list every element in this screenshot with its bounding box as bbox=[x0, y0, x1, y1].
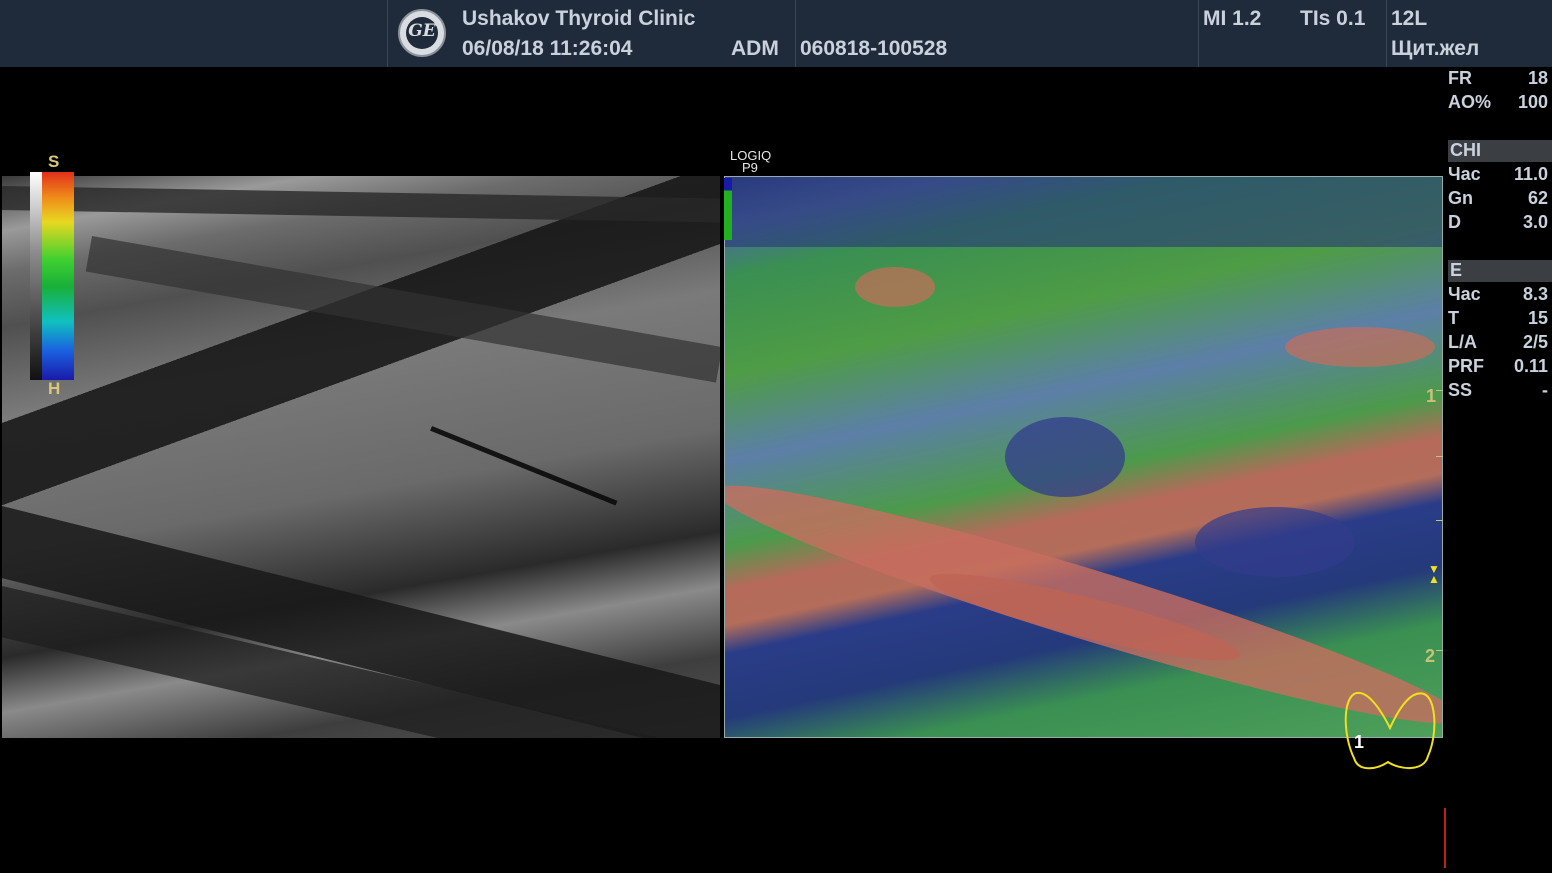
svg-text:1: 1 bbox=[1354, 732, 1364, 752]
mechanical-index: MI 1.2 bbox=[1203, 7, 1262, 30]
elasto-param-t: T 15 bbox=[1448, 308, 1548, 328]
elasto-param-prf: PRF 0.11 bbox=[1448, 356, 1548, 376]
depth-mark-2: 2 bbox=[1425, 646, 1436, 666]
clinic-name: Ushakov Thyroid Clinic bbox=[462, 7, 696, 30]
param-ao: AO% 100 bbox=[1448, 92, 1548, 112]
colorbar-hard-label: H bbox=[48, 379, 61, 398]
focus-marker-icon[interactable]: ▼ ▲ bbox=[1424, 563, 1444, 586]
bmode-image[interactable] bbox=[2, 176, 720, 738]
header-bar: GE Ushakov Thyroid Clinic 06/08/18 11:26… bbox=[0, 0, 1552, 67]
depth-tick bbox=[1436, 456, 1443, 457]
cine-position-indicator bbox=[1444, 808, 1446, 868]
elasto-param-la: L/A 2/5 bbox=[1448, 332, 1548, 352]
elasto-section-title: E bbox=[1448, 260, 1552, 282]
elasto-param-freq: Час 8.3 bbox=[1448, 284, 1548, 304]
chi-param-gain: Gn 62 bbox=[1448, 188, 1548, 208]
exam-datetime: 06/08/18 11:26:04 bbox=[462, 37, 633, 60]
elasticity-colorbar bbox=[30, 172, 74, 380]
device-label: LOGIQ P9 bbox=[730, 148, 772, 175]
chi-param-freq: Час 11.0 bbox=[1448, 164, 1548, 184]
depth-tick bbox=[1436, 390, 1443, 391]
probe-name: 12L bbox=[1391, 7, 1428, 30]
thermal-index: TIs 0.1 bbox=[1300, 7, 1366, 30]
elastography-image[interactable] bbox=[724, 176, 1443, 738]
depth-tick bbox=[1436, 650, 1443, 651]
colorbar-color-scale bbox=[42, 172, 74, 380]
chi-param-depth: D 3.0 bbox=[1448, 212, 1548, 232]
thyroid-body-marker-icon[interactable]: 1 bbox=[1340, 688, 1440, 778]
preset-name: Щит.жел bbox=[1391, 37, 1480, 60]
ge-logo: GE bbox=[398, 9, 446, 57]
exam-id: 060818-100528 bbox=[800, 37, 948, 60]
depth-mark-1: 1 bbox=[1426, 386, 1437, 406]
param-fr: FR 18 bbox=[1448, 68, 1548, 88]
colorbar-gray-scale bbox=[30, 172, 42, 380]
operator-id: ADM bbox=[731, 37, 779, 60]
elasto-param-ss: SS - bbox=[1448, 380, 1548, 400]
depth-tick bbox=[1436, 520, 1443, 521]
colorbar-soft-label: S bbox=[48, 152, 60, 171]
chi-section-title: CHI bbox=[1448, 140, 1552, 162]
elasto-quality-scale bbox=[724, 178, 732, 240]
